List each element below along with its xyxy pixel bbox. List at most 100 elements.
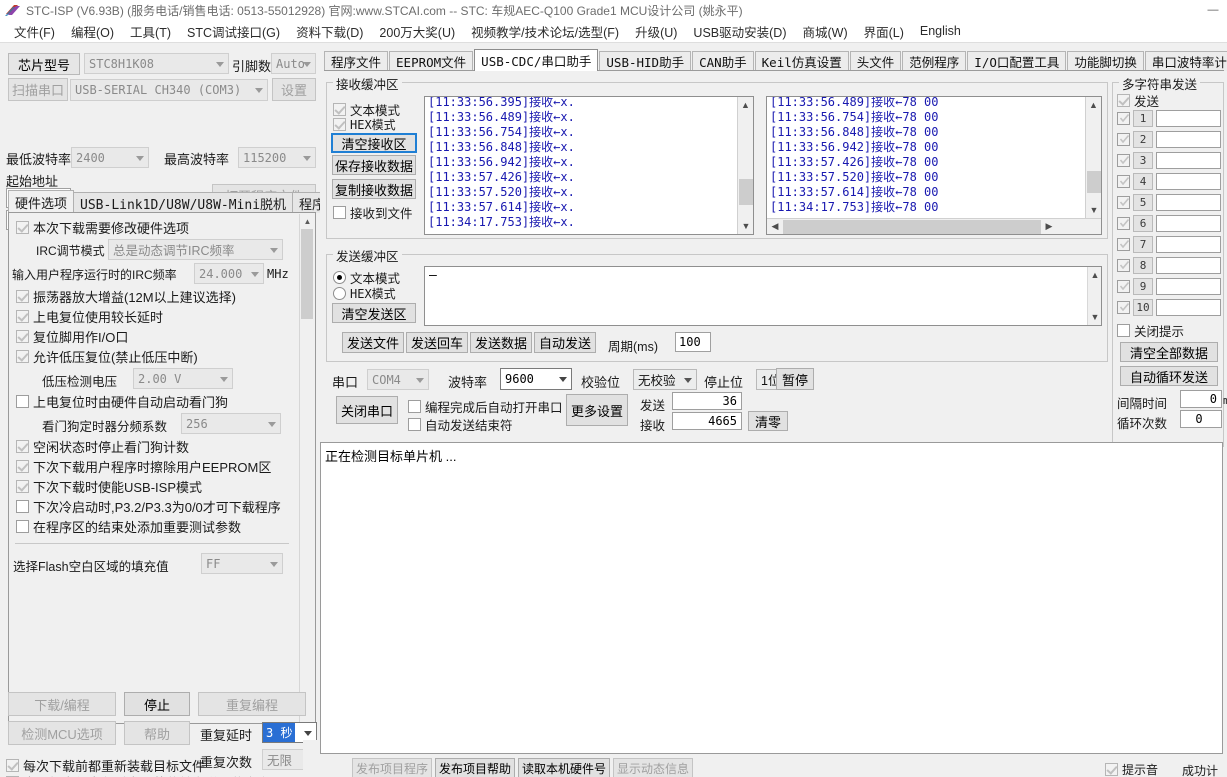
receive-hex-vscrollbar[interactable]: ▲ ▼	[1085, 97, 1101, 218]
option-osc-gain-checkbox[interactable]: 振荡器放大增益(12M以上建议选择)	[16, 287, 236, 306]
multisend-row-input[interactable]	[1156, 173, 1221, 190]
multisend-row-index[interactable]: 7	[1133, 236, 1153, 253]
multisend-row-checkbox[interactable]	[1117, 196, 1130, 209]
copy-receive-data-button[interactable]: 复制接收数据	[332, 179, 416, 199]
loop-count-input[interactable]: 0	[1180, 410, 1222, 428]
option-cold-boot-p32-checkbox[interactable]: 下次冷启动时,P3.2/P3.3为0/0才可下载程序	[16, 497, 281, 516]
multisend-row-checkbox[interactable]	[1117, 238, 1130, 251]
multisend-row-input[interactable]	[1156, 299, 1221, 316]
scroll-down-icon[interactable]: ▼	[738, 218, 753, 234]
multisend-row-checkbox[interactable]	[1117, 301, 1130, 314]
stop-button[interactable]: 停止	[124, 692, 190, 716]
options-scrollbar[interactable]: ▲	[299, 214, 315, 722]
save-receive-data-button[interactable]: 保存接收数据	[332, 155, 416, 175]
chip-model-combo[interactable]: STC8H1K08	[84, 53, 229, 74]
multisend-row-checkbox[interactable]	[1117, 259, 1130, 272]
menu-item-usb-driver[interactable]: USB驱动安装(D)	[685, 20, 794, 43]
send-file-button[interactable]: 发送文件	[342, 332, 404, 353]
tab-usb-cdc-serial[interactable]: USB-CDC/串口助手	[474, 49, 599, 71]
multisend-row-input[interactable]	[1156, 110, 1221, 127]
clear-all-data-button[interactable]: 清空全部数据	[1120, 342, 1218, 362]
scroll-down-icon[interactable]: ▼	[1088, 309, 1101, 325]
scrollbar-thumb[interactable]	[783, 219, 1041, 234]
lvd-voltage-combo[interactable]: 2.00 V	[133, 368, 233, 389]
tab-keil-sim[interactable]: Keil仿真设置	[754, 51, 849, 71]
clear-receive-button[interactable]: 清空接收区	[331, 133, 417, 153]
option-reset-pin-io-checkbox[interactable]: 复位脚用作I/O口	[16, 327, 128, 346]
multisend-row-input[interactable]	[1156, 152, 1221, 169]
tab-header-file[interactable]: 头文件	[849, 51, 902, 71]
tab-program-file[interactable]: 程序文件	[324, 51, 389, 71]
multisend-row-index[interactable]: 4	[1133, 173, 1153, 190]
tip-sound-checkbox[interactable]: 提示音	[1105, 761, 1158, 777]
clear-counters-button[interactable]: 清零	[748, 411, 788, 431]
baud-combo[interactable]: 9600	[500, 368, 572, 390]
publish-project-program-button[interactable]: 发布项目程序	[352, 758, 432, 777]
multisend-row-input[interactable]	[1156, 215, 1221, 232]
scroll-up-icon[interactable]: ▲	[1086, 97, 1101, 113]
auto-send-terminator-checkbox[interactable]: 自动发送结束符	[408, 415, 513, 434]
close-tip-checkbox[interactable]: 关闭提示	[1117, 321, 1184, 340]
option-erase-eeprom-checkbox[interactable]: 下次下载用户程序时擦除用户EEPROM区	[16, 457, 271, 476]
multisend-row-index[interactable]: 1	[1133, 110, 1153, 127]
menu-item-file[interactable]: 文件(F)	[6, 20, 63, 43]
send-period-input[interactable]: 100	[675, 332, 711, 352]
send-data-button[interactable]: 发送数据	[470, 332, 532, 353]
scroll-up-icon[interactable]: ▲	[1088, 267, 1101, 283]
flash-fill-combo[interactable]: FF	[201, 553, 283, 574]
tab-function-pin-switch[interactable]: 功能脚切换	[1067, 51, 1144, 71]
receive-to-file-checkbox[interactable]: 接收到文件	[333, 203, 413, 222]
tab-usb-link[interactable]: USB-Link1D/U8W/U8W-Mini脱机	[73, 192, 294, 213]
option-idle-stop-wdt-checkbox[interactable]: 空闲状态时停止看门狗计数	[16, 437, 189, 456]
detect-mcu-options-button[interactable]: 检测MCU选项	[8, 721, 116, 745]
minimize-button[interactable]: —	[1199, 0, 1227, 20]
read-device-hardware-id-button[interactable]: 读取本机硬件号	[518, 758, 610, 777]
scrollbar-thumb[interactable]	[739, 179, 753, 205]
menu-item-downloads[interactable]: 资料下载(D)	[288, 20, 371, 43]
option-lvr-checkbox[interactable]: 允许低压复位(禁止低压中断)	[16, 347, 198, 366]
tab-example-program[interactable]: 范例程序	[902, 51, 967, 71]
option-append-test-params-checkbox[interactable]: 在程序区的结束处添加重要测试参数	[16, 517, 241, 536]
repeat-program-button[interactable]: 重复编程	[198, 692, 306, 716]
menu-item-store[interactable]: 商城(W)	[794, 20, 855, 43]
menu-item-prize[interactable]: 200万大奖(U)	[371, 20, 463, 43]
scrollbar-thumb[interactable]	[1087, 171, 1101, 193]
receive-hex-hscrollbar[interactable]: ◀ ▶	[767, 218, 1101, 234]
multisend-row-input[interactable]	[1156, 236, 1221, 253]
pause-button[interactable]: 暂停	[776, 368, 814, 390]
scan-port-button[interactable]: 扫描串口	[8, 78, 68, 101]
scroll-right-icon[interactable]: ▶	[1041, 219, 1057, 235]
menu-item-program[interactable]: 编程(O)	[63, 20, 122, 43]
menu-item-stc-debug[interactable]: STC调试接口(G)	[179, 20, 288, 43]
help-button[interactable]: 帮助	[124, 721, 190, 745]
status-output-box[interactable]: 正在检测目标单片机 ...	[320, 442, 1223, 754]
tab-eeprom-file[interactable]: EEPROM文件	[389, 51, 474, 71]
tab-can-helper[interactable]: CAN助手	[692, 51, 754, 71]
menu-item-upgrade[interactable]: 升级(U)	[627, 20, 685, 43]
receive-hex-mode-checkbox[interactable]: HEX模式	[333, 116, 396, 133]
multisend-row-checkbox[interactable]	[1117, 175, 1130, 188]
option-hw-watchdog-checkbox[interactable]: 上电复位时由硬件自动启动看门狗	[16, 392, 228, 411]
show-dynamic-info-button[interactable]: 显示动态信息	[613, 758, 693, 777]
multisend-row-index[interactable]: 8	[1133, 257, 1153, 274]
multisend-row-checkbox[interactable]	[1117, 133, 1130, 146]
close-serial-port-button[interactable]: 关闭串口	[336, 396, 398, 424]
multisend-row-input[interactable]	[1156, 278, 1221, 295]
tab-io-config-tool[interactable]: I/O口配置工具	[967, 51, 1067, 71]
send-vscrollbar[interactable]: ▲ ▼	[1087, 267, 1101, 325]
reload-target-file-checkbox[interactable]: 每次下载前都重新装载目标文件	[6, 756, 205, 775]
option-long-reset-delay-checkbox[interactable]: 上电复位使用较长延时	[16, 307, 163, 326]
multisend-row-index[interactable]: 9	[1133, 278, 1153, 295]
multisend-row-index[interactable]: 2	[1133, 131, 1153, 148]
scroll-up-icon[interactable]: ▲	[300, 214, 315, 229]
clear-send-button[interactable]: 清空发送区	[332, 303, 416, 323]
scroll-down-icon[interactable]: ▼	[1086, 202, 1101, 218]
scrollbar-thumb[interactable]	[301, 229, 313, 319]
scroll-left-icon[interactable]: ◀	[767, 219, 783, 235]
multisend-row-checkbox[interactable]	[1117, 280, 1130, 293]
parity-combo[interactable]: 无校验	[633, 369, 697, 390]
serial-com-combo[interactable]: COM4	[367, 369, 429, 390]
tab-hardware-options[interactable]: 硬件选项	[8, 190, 75, 213]
more-settings-button[interactable]: 更多设置	[566, 394, 628, 426]
auto-send-button[interactable]: 自动发送	[534, 332, 596, 353]
